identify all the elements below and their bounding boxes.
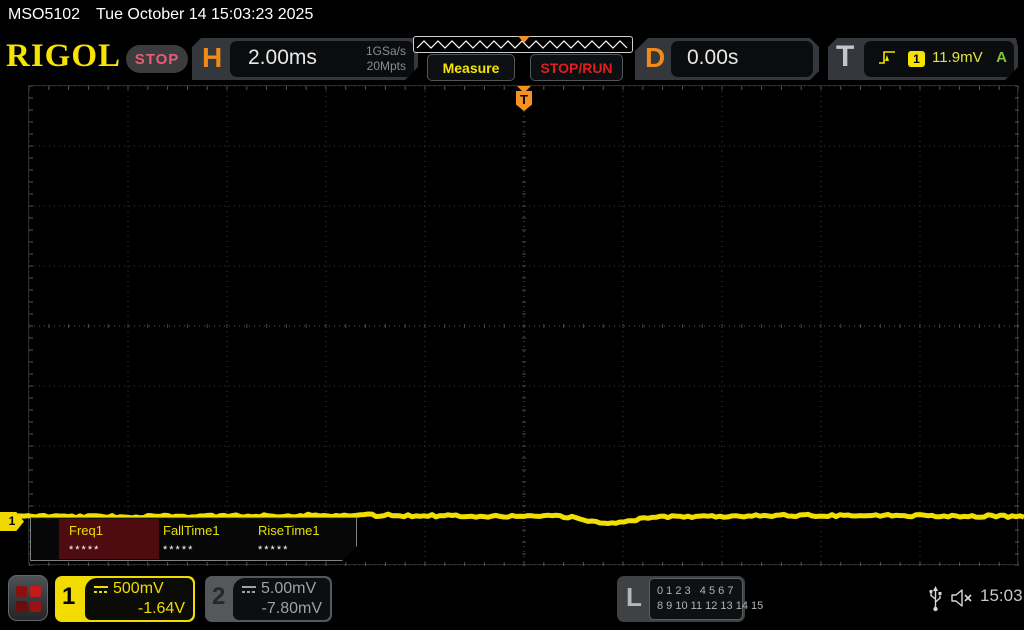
preview-trigger-position-icon xyxy=(518,36,530,43)
measurement-item[interactable]: Freq1 ***** xyxy=(69,523,103,556)
measurement-label: RiseTime1 xyxy=(258,523,320,538)
trigger-inner: 1 11.9mV A xyxy=(864,41,1014,77)
channel1-scale-value: 500mV xyxy=(113,580,164,597)
channel1-values: 500mV -1.64V xyxy=(85,578,193,620)
logic-analyzer-label: L xyxy=(626,582,642,612)
horizontal-settings-block[interactable]: H 2.00ms 1GSa/s 20Mpts xyxy=(192,38,418,80)
channel2-scale: 5.00mV xyxy=(241,580,316,598)
top-status-bar: MSO5102 Tue October 14 15:03:23 2025 xyxy=(0,0,1024,30)
measurement-item[interactable]: FallTime1 ***** xyxy=(163,523,220,556)
menu-grid-icon xyxy=(30,601,41,612)
menu-grid-icon xyxy=(16,586,27,597)
measurement-panel[interactable]: Freq1 ***** FallTime1 ***** RiseTime1 **… xyxy=(30,517,357,561)
measurement-value: ***** xyxy=(163,544,195,556)
usb-icon xyxy=(929,586,942,612)
datetime-text: Tue October 14 15:03:23 2025 xyxy=(96,6,314,23)
run-state-badge[interactable]: STOP xyxy=(126,45,188,73)
channel2-offset-value: -7.80mV xyxy=(261,600,322,617)
trigger-slope-icon xyxy=(876,49,898,66)
logic-row-1: 0 1 2 3 4 5 6 7 xyxy=(657,585,734,597)
channel1-number: 1 xyxy=(62,583,76,610)
header-toolbar: RIGOL STOP H 2.00ms 1GSa/s 20Mpts Measur… xyxy=(0,32,1024,84)
channel1-offset-value: -1.64V xyxy=(137,600,185,617)
delay-label: D xyxy=(645,42,666,73)
waveform-preview-strip[interactable] xyxy=(413,36,633,53)
measure-button[interactable]: Measure xyxy=(427,54,515,81)
menu-grid-icon xyxy=(30,586,41,597)
sample-rate: 1GSa/s xyxy=(365,44,406,58)
oscilloscope-screen: MSO5102 Tue October 14 15:03:23 2025 RIG… xyxy=(0,0,1024,630)
trigger-settings-block[interactable]: T 1 11.9mV A xyxy=(828,38,1018,80)
channel1-scale: 500mV xyxy=(93,580,164,598)
measurement-label: Freq1 xyxy=(69,523,103,538)
menu-grid-icon xyxy=(16,601,27,612)
clock: 15:03 xyxy=(980,586,1023,605)
timebase-value: 2.00ms xyxy=(248,46,317,69)
trigger-label: T xyxy=(836,40,855,73)
channel2-scale-value: 5.00mV xyxy=(261,580,317,597)
logic-analyzer-button[interactable]: L 0 1 2 3 4 5 6 7 8 9 10 11 12 13 14 15 xyxy=(617,576,763,622)
channel1-button[interactable]: 1 500mV -1.64V xyxy=(55,576,195,622)
measurement-label: FallTime1 xyxy=(163,523,220,538)
measurement-value: ***** xyxy=(258,544,290,556)
measurement-item[interactable]: RiseTime1 ***** xyxy=(258,523,320,556)
horizontal-label: H xyxy=(202,42,223,73)
logic-row-2: 8 9 10 11 12 13 14 15 xyxy=(657,600,764,612)
channel2-button[interactable]: 2 5.00mV -7.80mV xyxy=(205,576,332,622)
trigger-position-marker[interactable]: T xyxy=(516,86,532,114)
acquisition-rates: 1GSa/s 20Mpts xyxy=(366,44,406,74)
delay-settings-block[interactable]: D 0.00s xyxy=(635,38,819,80)
horizontal-inner: 2.00ms 1GSa/s 20Mpts xyxy=(230,41,414,77)
trigger-source-badge: 1 xyxy=(908,51,925,67)
trigger-mode-auto: A xyxy=(996,49,1007,66)
model-name: MSO5102 xyxy=(8,6,81,23)
trigger-level-value: 11.9mV xyxy=(932,49,983,66)
bottom-status-bar: 1 500mV -1.64V 2 5.00mV -7.80mV L 0 1 2 … xyxy=(0,568,1024,630)
dc-coupling-icon xyxy=(242,585,256,593)
channel2-values: 5.00mV -7.80mV xyxy=(233,578,330,620)
logic-channel-list: 0 1 2 3 4 5 6 7 8 9 10 11 12 13 14 15 xyxy=(649,578,763,620)
trigger-position-badge: T xyxy=(516,91,532,111)
speaker-muted-icon xyxy=(951,589,972,607)
rigol-logo: RIGOL xyxy=(6,38,122,74)
delay-inner: 0.00s xyxy=(671,41,813,77)
measurement-value: ***** xyxy=(69,544,101,556)
channel2-number: 2 xyxy=(212,583,226,610)
stop-run-button[interactable]: STOP/RUN xyxy=(530,54,623,81)
memory-depth: 20Mpts xyxy=(366,59,406,73)
menu-button[interactable] xyxy=(8,575,48,621)
dc-coupling-icon xyxy=(94,585,108,593)
delay-value: 0.00s xyxy=(687,46,739,69)
